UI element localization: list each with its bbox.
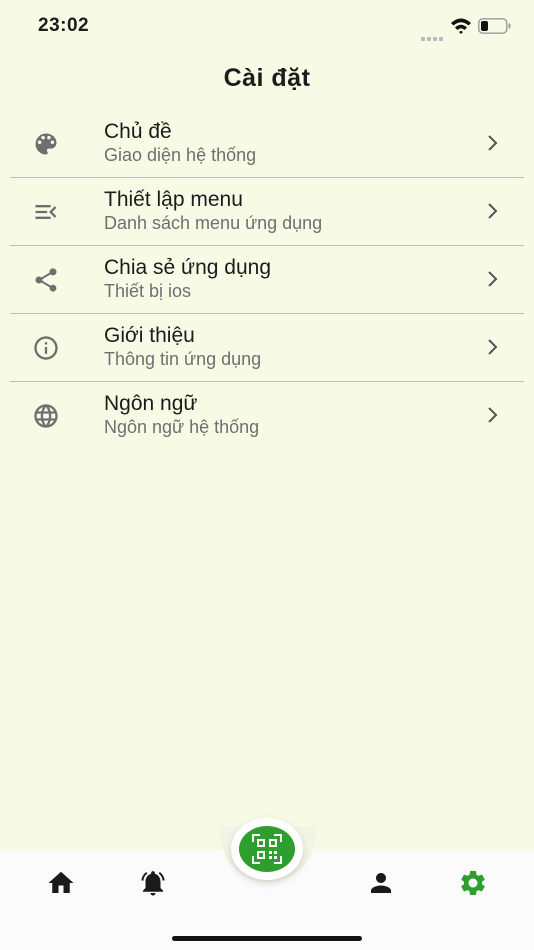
home-icon[interactable] xyxy=(46,868,76,898)
info-icon xyxy=(34,336,58,360)
qr-scan-button[interactable] xyxy=(239,826,295,872)
page-title: Cài đặt xyxy=(223,64,311,92)
settings-item-share[interactable]: Chia sẻ ứng dụng Thiết bị ios xyxy=(10,246,524,314)
status-bar: 23:02 xyxy=(0,0,534,50)
chevron-right-icon xyxy=(488,407,498,423)
settings-item-theme[interactable]: Chủ đề Giao diện hệ thống xyxy=(10,110,524,178)
settings-item-subtitle: Thiết bị ios xyxy=(104,281,192,301)
settings-list: Chủ đề Giao diện hệ thống Thiết lập menu… xyxy=(10,110,524,449)
globe-icon xyxy=(34,404,58,428)
chevron-right-icon xyxy=(488,271,498,287)
settings-item-subtitle: Giao diện hệ thống xyxy=(104,145,257,165)
settings-item-title: Chia sẻ ứng dụng xyxy=(104,256,272,279)
settings-item-title: Giới thiệu xyxy=(104,324,195,347)
settings-item-menu[interactable]: Thiết lập menu Danh sách menu ứng dụng xyxy=(10,178,524,246)
wifi-icon xyxy=(451,18,471,34)
palette-icon xyxy=(35,133,57,155)
settings-item-subtitle: Ngôn ngữ hệ thống xyxy=(104,417,260,437)
settings-item-title: Chủ đề xyxy=(104,120,172,143)
menu-open-icon xyxy=(35,205,57,219)
signal-icon xyxy=(421,28,445,41)
battery-icon xyxy=(478,18,511,34)
settings-item-title: Thiết lập menu xyxy=(104,188,243,211)
settings-item-title: Ngôn ngữ xyxy=(104,392,198,415)
chevron-right-icon xyxy=(488,203,498,219)
person-icon[interactable] xyxy=(366,868,396,898)
chevron-right-icon xyxy=(488,339,498,355)
share-icon xyxy=(35,268,57,292)
chevron-right-icon xyxy=(488,135,498,151)
settings-item-about[interactable]: Giới thiệu Thông tin ứng dụng xyxy=(10,314,524,382)
settings-item-subtitle: Danh sách menu ứng dụng xyxy=(104,213,323,233)
bell-icon[interactable] xyxy=(138,868,168,898)
gear-icon[interactable] xyxy=(458,868,488,898)
status-time: 23:02 xyxy=(38,15,90,36)
home-indicator xyxy=(172,936,362,941)
settings-item-language[interactable]: Ngôn ngữ Ngôn ngữ hệ thống xyxy=(10,382,524,449)
settings-item-subtitle: Thông tin ứng dụng xyxy=(104,349,262,369)
qr-scan-icon xyxy=(252,834,282,864)
